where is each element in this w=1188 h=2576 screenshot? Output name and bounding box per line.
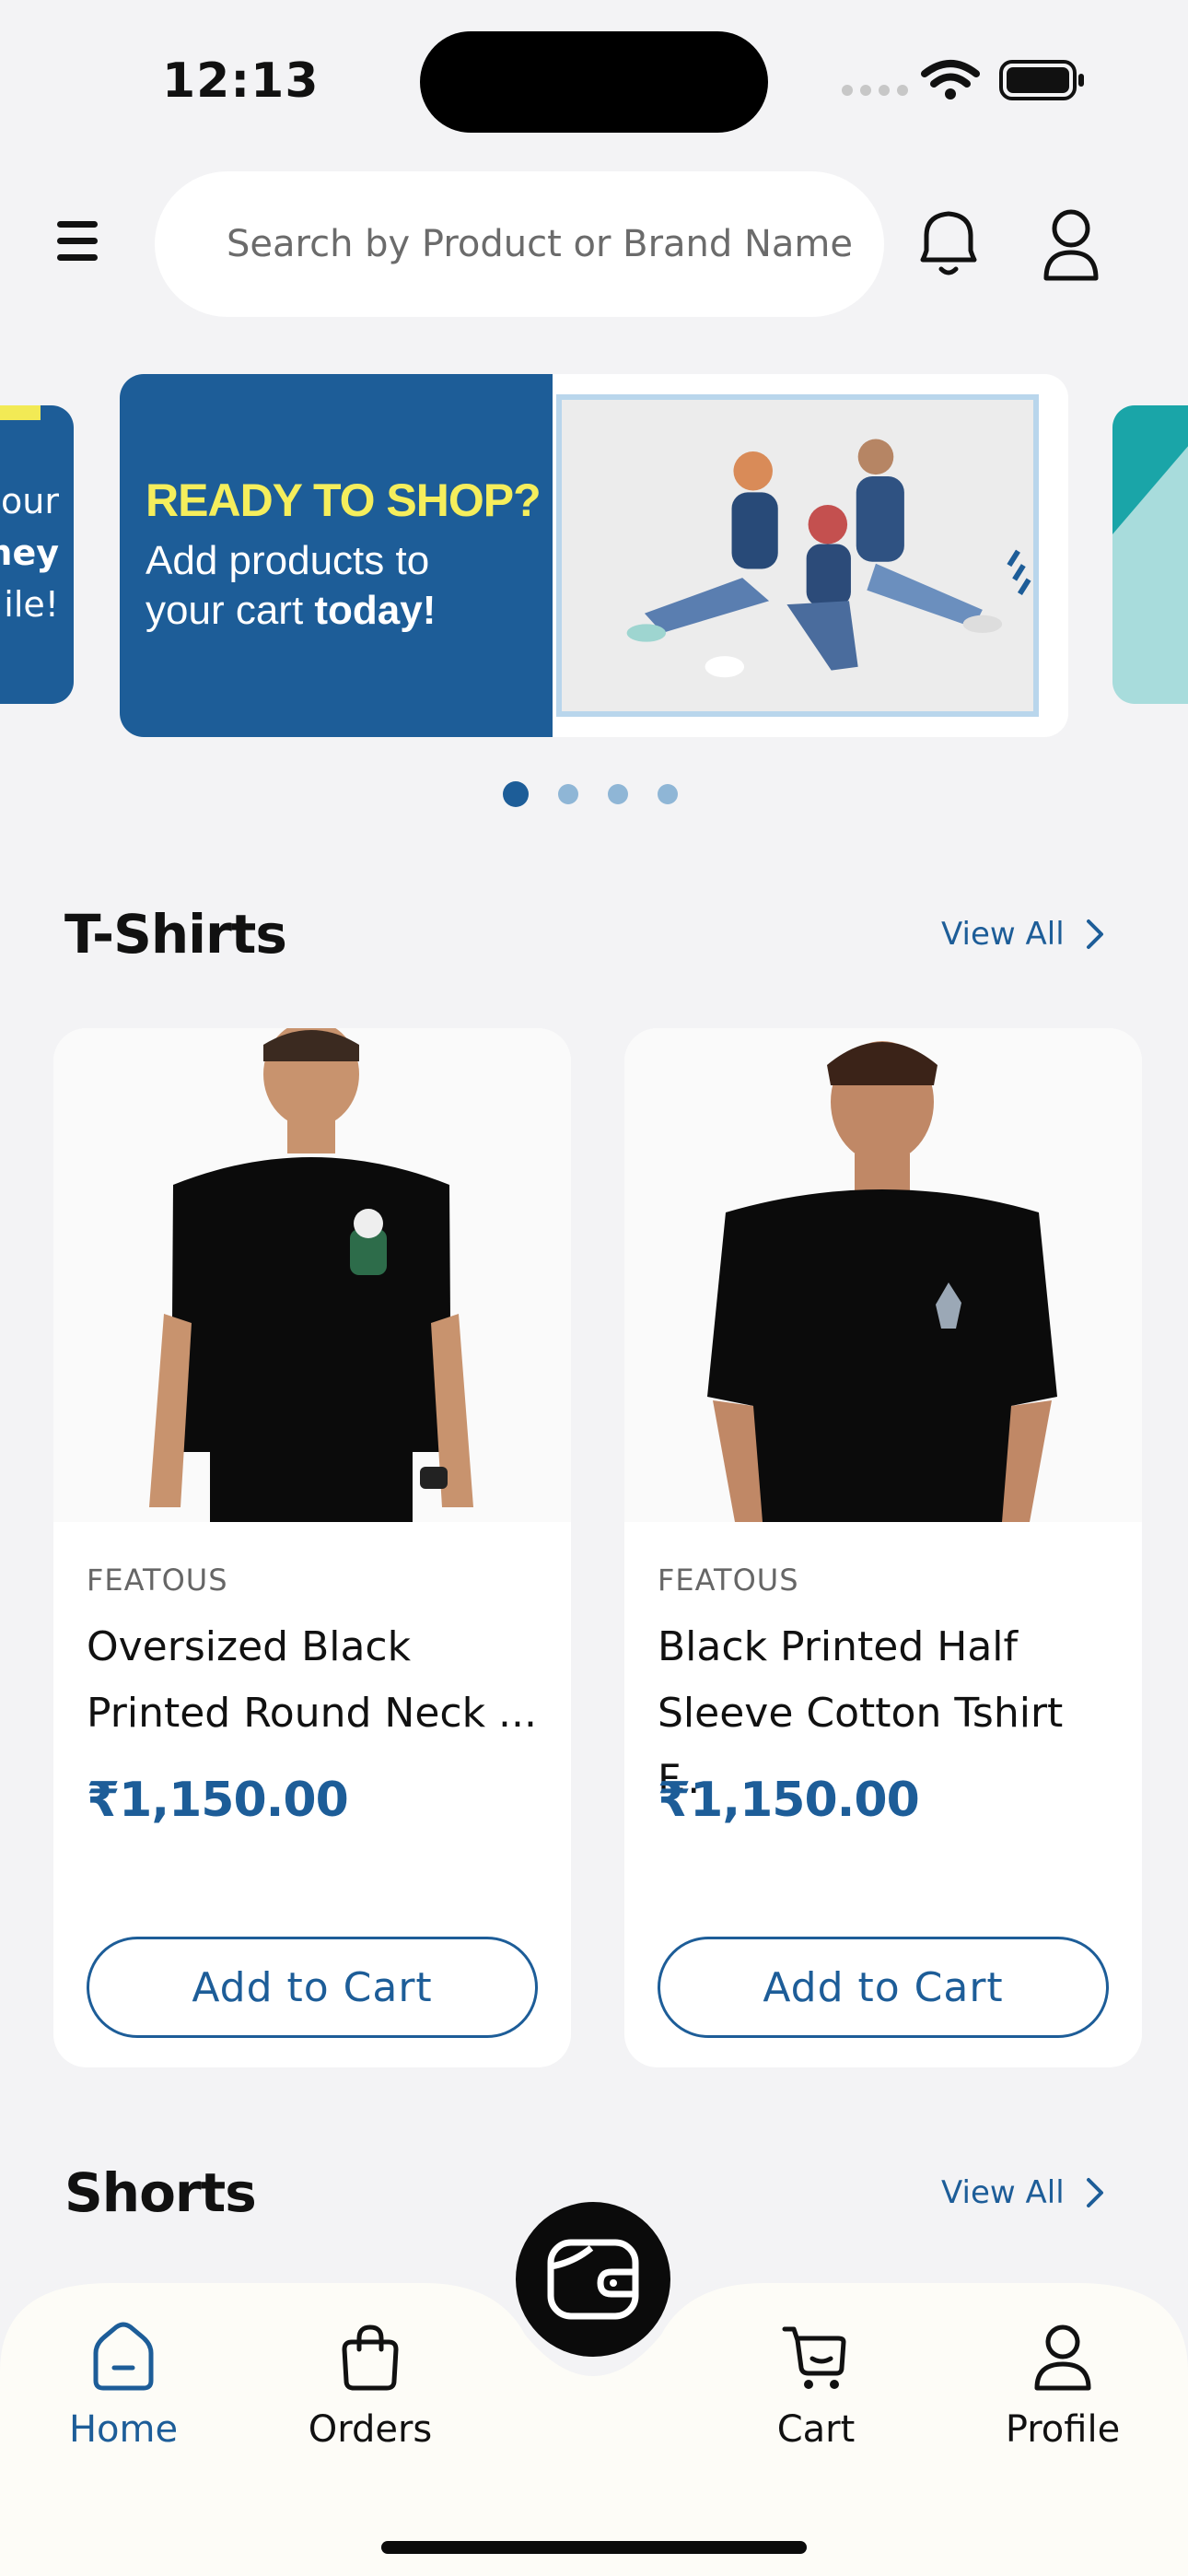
pager-dot-1[interactable] — [503, 781, 529, 807]
cart-icon — [782, 2326, 846, 2389]
home-indicator — [381, 2541, 807, 2554]
nav-home[interactable]: Home — [31, 2322, 215, 2451]
chevron-right-icon — [1086, 919, 1103, 949]
section-title-tshirts: T-Shirts — [64, 903, 287, 966]
product-card[interactable]: FEATOUS Black Printed Half Sleeve Cotton… — [624, 1028, 1142, 2067]
product-price: ₹1,150.00 — [658, 1773, 920, 1828]
nav-label: Home — [68, 2408, 179, 2451]
pager-dot-4[interactable] — [658, 784, 678, 804]
add-to-cart-button[interactable]: Add to Cart — [87, 1937, 538, 2038]
section-title-shorts: Shorts — [64, 2161, 257, 2224]
banner-text-panel: READY TO SHOP? Add products to your cart… — [120, 374, 553, 737]
wifi-icon — [921, 60, 980, 100]
search-placeholder: Search by Product or Brand Name — [227, 223, 853, 265]
battery-icon — [999, 60, 1084, 100]
nav-label: Cart — [776, 2408, 856, 2451]
user-icon — [1034, 2324, 1091, 2391]
promo-banner[interactable]: READY TO SHOP? Add products to your cart… — [120, 374, 1068, 737]
banner-subtext: Add products to your cart today! — [146, 538, 437, 633]
menu-icon[interactable] — [57, 221, 98, 265]
home-icon — [93, 2322, 154, 2391]
signal-icon — [842, 85, 908, 96]
product-price: ₹1,150.00 — [87, 1773, 349, 1828]
dynamic-island — [420, 31, 768, 133]
nav-label: Profile — [1005, 2408, 1121, 2451]
banner-photo — [556, 394, 1039, 717]
product-brand: FEATOUS — [87, 1563, 228, 1598]
banner-next-peek[interactable] — [1112, 405, 1188, 704]
view-all-shorts[interactable]: View All — [941, 2174, 1105, 2211]
product-image — [53, 1028, 571, 1522]
bag-icon — [342, 2324, 399, 2391]
pager-dot-3[interactable] — [608, 784, 628, 804]
status-time: 12:13 — [162, 53, 320, 109]
bell-icon[interactable] — [912, 205, 985, 284]
chevron-right-icon — [1086, 2178, 1103, 2207]
nav-profile[interactable]: Profile — [971, 2322, 1155, 2451]
view-all-tshirts[interactable]: View All — [941, 916, 1105, 953]
nav-orders[interactable]: Orders — [278, 2322, 462, 2451]
nav-cart[interactable]: Cart — [724, 2322, 908, 2451]
product-card[interactable]: FEATOUS Oversized Black Printed Round Ne… — [53, 1028, 571, 2067]
product-name[interactable]: Oversized Black Printed Round Neck ... — [87, 1614, 538, 1747]
carousel-pager — [503, 781, 678, 807]
search-input[interactable]: Search by Product or Brand Name — [155, 171, 884, 317]
banner-prev-peek[interactable]: our ney ile! — [0, 405, 74, 704]
wallet-fab[interactable] — [516, 2202, 670, 2357]
pager-dot-2[interactable] — [558, 784, 578, 804]
product-image — [624, 1028, 1142, 1522]
user-icon[interactable] — [1041, 205, 1101, 284]
product-brand: FEATOUS — [658, 1563, 799, 1598]
nav-label: Orders — [308, 2408, 433, 2451]
add-to-cart-button[interactable]: Add to Cart — [658, 1937, 1109, 2038]
wallet-icon — [547, 2239, 639, 2320]
banner-headline: READY TO SHOP? — [146, 474, 542, 526]
